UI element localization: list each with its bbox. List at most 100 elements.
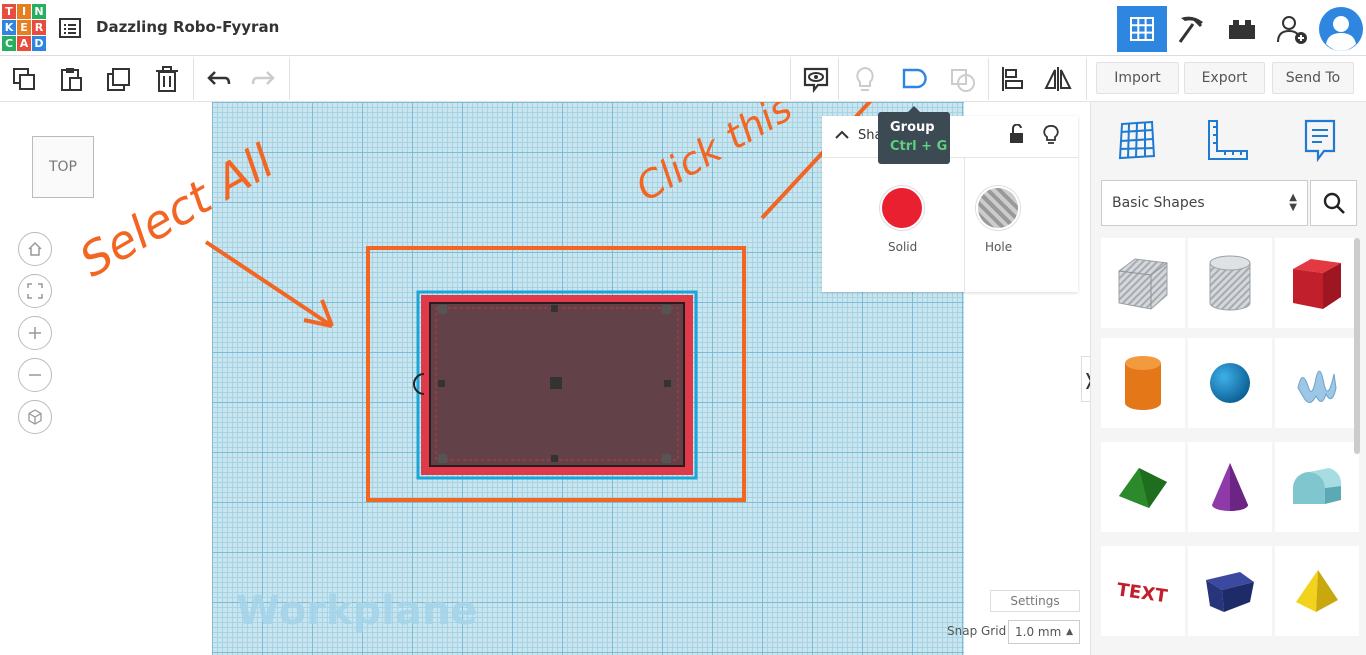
shape-scribble[interactable] [1275,338,1359,428]
copy-button[interactable] [8,64,40,94]
edge-handle[interactable] [551,455,558,462]
inspector-divider [822,157,1078,158]
user-avatar[interactable] [1316,6,1366,52]
solid-color-swatch[interactable] [880,186,924,230]
shape-cylinder[interactable] [1101,338,1185,428]
tooltip-shortcut: Ctrl + G [890,139,948,154]
align-button[interactable] [996,64,1028,94]
cylinder-icon [1125,356,1161,410]
edge-handle[interactable] [438,380,445,387]
hole-swatch[interactable] [976,186,1020,230]
paste-button[interactable] [55,64,87,94]
shape-round-roof[interactable] [1275,442,1359,532]
mirror-icon [1044,67,1072,91]
shape-inspector: Shapes (2) Solid Hole [822,116,1078,292]
corner-handle[interactable] [438,305,447,314]
shapes-scrollbar[interactable] [1354,238,1360,454]
group-button[interactable] [898,64,930,94]
copy-icon [13,68,35,90]
edge-handle[interactable] [664,380,671,387]
corner-handle[interactable] [438,454,447,463]
hole-label: Hole [985,240,1013,254]
import-button[interactable]: Import [1096,62,1179,94]
toolbar-divider [193,58,194,100]
caret-up-icon: ▲ [1066,627,1073,637]
ruler-tool-button[interactable] [1201,116,1251,164]
shape-search-button[interactable] [1310,180,1357,226]
snap-grid-value: 1.0 mm [1015,625,1062,639]
box-hole-icon [1118,258,1168,310]
show-all-button[interactable] [849,64,881,94]
logo-letter: I [17,4,31,19]
box-icon [1293,259,1341,309]
project-title[interactable]: Dazzling Robo-Fyyran [96,18,279,36]
note-icon [1304,119,1336,163]
workplane-canvas[interactable]: Workplane TOP Select All Click this Soli… [0,102,1090,655]
shape-cone[interactable] [1188,442,1272,532]
inspector-divider [964,158,965,292]
shape-text[interactable]: TEXT [1101,546,1185,636]
shape-polygon[interactable] [1188,546,1272,636]
duplicate-button[interactable] [103,64,135,94]
redo-icon [251,71,275,85]
mirror-button[interactable] [1042,64,1074,94]
round-roof-icon [1293,468,1342,504]
add-user-icon [1277,16,1307,44]
corner-handle[interactable] [662,454,671,463]
solid-label: Solid [888,240,918,254]
toolbar-divider [289,58,290,100]
toolbar: Import Export Send To [0,56,1366,102]
brick-icon [1229,20,1255,39]
shape-cylinder-hole[interactable] [1188,238,1272,328]
delete-button[interactable] [151,64,183,94]
undo-icon [207,71,231,85]
paste-icon [61,68,82,91]
collapse-chevron-icon[interactable] [834,128,850,140]
invite-user-button[interactable] [1267,6,1317,52]
edge-handle[interactable] [551,305,558,312]
polygon-icon [1206,572,1254,612]
lock-icon[interactable] [1008,124,1026,144]
ruler-icon [1208,120,1248,160]
redo-button[interactable] [248,64,280,94]
send-to-button[interactable]: Send To [1272,62,1354,94]
notes-button[interactable] [800,64,832,94]
svg-text:TEXT: TEXT [1115,579,1169,607]
select-arrow [204,240,334,328]
export-button[interactable]: Export [1184,62,1265,94]
snap-grid-label: Snap Grid [947,624,1007,638]
ungroup-button[interactable] [947,64,979,94]
visibility-lightbulb-icon[interactable] [1042,124,1060,146]
center-handle[interactable] [550,377,562,389]
undo-button[interactable] [202,64,234,94]
duplicate-icon [107,68,130,91]
sphere-icon [1210,363,1250,403]
shape-library-select[interactable]: Basic Shapes ▲ ▼ [1101,180,1308,226]
shape-sphere[interactable] [1188,338,1272,428]
shape-pyramid[interactable] [1275,546,1359,636]
cone-icon [1212,463,1248,511]
shape-roof[interactable] [1101,442,1185,532]
logo-letter: D [32,36,46,51]
cylinder-hole-icon [1209,255,1251,311]
design-list-icon[interactable] [58,16,82,44]
settings-button[interactable]: Settings [990,590,1080,612]
align-icon [1002,67,1023,91]
toolbar-divider [790,58,791,100]
roof-icon [1119,468,1167,508]
toolbar-divider [988,58,989,100]
logo-letter: N [32,4,46,19]
shape-box-hole[interactable] [1101,238,1185,328]
group-icon [902,68,927,89]
pyramid-icon [1296,570,1338,612]
tinkercad-logo[interactable]: T I N K E R C A D [2,4,46,52]
blocks-view-button[interactable] [1167,6,1217,52]
notes-tool-button[interactable] [1295,116,1345,164]
workplane-tool-button[interactable] [1111,116,1161,164]
click-this-annotation: Click this [629,102,800,210]
3d-design-view-button[interactable] [1117,6,1167,52]
shape-box[interactable] [1275,238,1359,328]
snap-grid-select[interactable]: 1.0 mm ▲ [1008,620,1080,644]
corner-handle[interactable] [662,305,671,314]
bricks-view-button[interactable] [1217,6,1267,52]
